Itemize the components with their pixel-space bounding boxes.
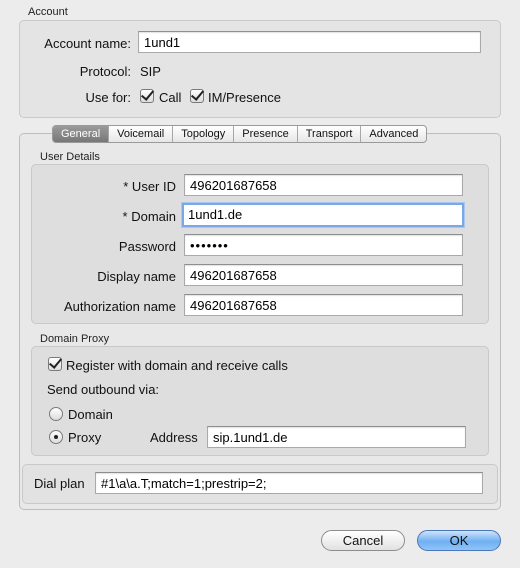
account-section-title: Account (28, 6, 68, 18)
im-presence-checkbox[interactable] (190, 89, 204, 103)
address-label: Address (150, 430, 198, 445)
authorization-name-field[interactable]: 496201687658 (184, 294, 463, 316)
domain-label: * Domain (122, 209, 176, 224)
register-checkbox-label[interactable]: Register with domain and receive calls (66, 358, 288, 373)
ok-button[interactable]: OK (417, 530, 501, 551)
tab-presence[interactable]: Presence (233, 126, 296, 142)
account-name-label: Account name: (44, 36, 131, 51)
use-for-label: Use for: (85, 90, 131, 105)
call-checkbox-label[interactable]: Call (159, 90, 181, 105)
password-label: Password (118, 239, 176, 254)
domain-field[interactable]: 1und1.de (182, 203, 464, 227)
proxy-radio-label[interactable]: Proxy (68, 430, 101, 445)
authorization-name-label: Authorization name (63, 299, 176, 314)
protocol-label: Protocol: (79, 64, 131, 79)
dial-plan-label: Dial plan (34, 476, 85, 491)
domain-radio[interactable] (49, 407, 63, 421)
account-name-field[interactable]: 1und1 (138, 31, 481, 53)
send-outbound-label: Send outbound via: (47, 382, 160, 397)
address-field[interactable]: sip.1und1.de (207, 426, 466, 448)
password-field[interactable]: ••••••• (184, 234, 463, 256)
proxy-radio[interactable] (49, 430, 63, 444)
display-name-label: Display name (97, 269, 176, 284)
domain-proxy-title: Domain Proxy (40, 333, 110, 345)
protocol-value: SIP (140, 64, 161, 79)
user-details-title: User Details (40, 151, 100, 163)
tab-voicemail[interactable]: Voicemail (108, 126, 172, 142)
cancel-button[interactable]: Cancel (321, 530, 405, 551)
tab-transport[interactable]: Transport (296, 126, 361, 142)
dial-plan-field[interactable]: #1\a\a.T;match=1;prestrip=2; (95, 472, 483, 494)
tab-advanced[interactable]: Advanced (360, 126, 426, 142)
im-presence-checkbox-label[interactable]: IM/Presence (208, 90, 281, 105)
tab-topology[interactable]: Topology (172, 126, 233, 142)
user-id-field[interactable]: 496201687658 (184, 174, 463, 196)
domain-radio-label[interactable]: Domain (68, 407, 113, 422)
tab-bar: General Voicemail Topology Presence Tran… (52, 125, 428, 143)
register-checkbox[interactable] (48, 357, 62, 371)
display-name-field[interactable]: 496201687658 (184, 264, 463, 286)
tab-general[interactable]: General (53, 126, 109, 142)
call-checkbox[interactable] (140, 89, 154, 103)
user-id-label: * User ID (123, 179, 176, 194)
